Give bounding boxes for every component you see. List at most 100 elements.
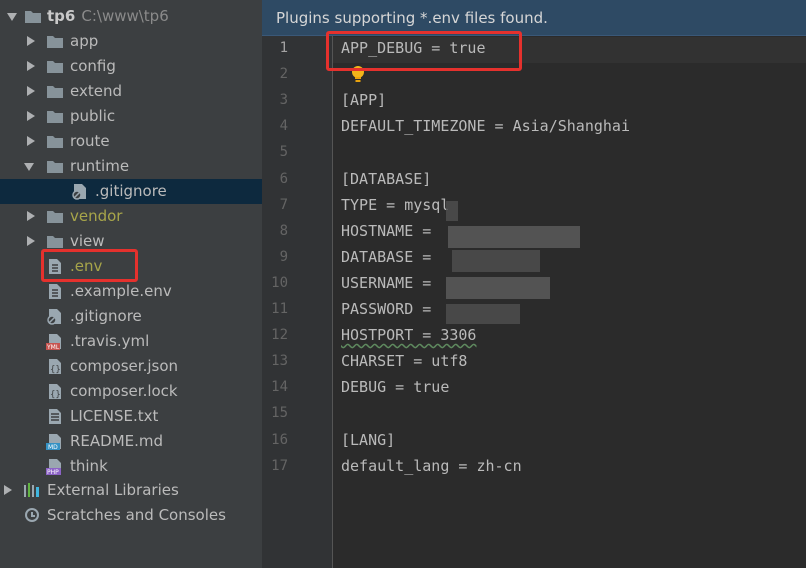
svg-text:{}: {} — [50, 390, 61, 400]
tree-item[interactable]: public — [0, 104, 262, 129]
tree-item-label: LICENSE.txt — [70, 407, 159, 425]
folder-icon — [47, 86, 63, 98]
text-file-icon — [49, 409, 61, 424]
tree-item-label: app — [70, 32, 99, 50]
folder-icon — [47, 236, 63, 248]
tree-item-label: vendor — [70, 207, 123, 225]
tree-item[interactable]: YML .travis.yml — [0, 329, 262, 354]
json-file-icon: {} — [49, 359, 61, 375]
expand-arrow-icon[interactable] — [27, 136, 35, 146]
redacted-area — [452, 250, 540, 272]
svg-text:MD: MD — [48, 444, 58, 450]
tree-item-external-libraries[interactable]: External Libraries — [0, 478, 262, 503]
tree-item[interactable]: .gitignore — [0, 304, 262, 329]
tree-item-label: .gitignore — [70, 307, 142, 325]
tree-item-label: .gitignore — [95, 182, 167, 200]
project-path: C:\www\tp6 — [81, 7, 169, 25]
code-line[interactable]: [APP] — [341, 91, 386, 109]
tree-item-scratches[interactable]: Scratches and Consoles — [0, 503, 262, 528]
tree-item[interactable]: PHP think — [0, 454, 262, 479]
folder-icon — [47, 161, 63, 173]
expand-arrow-icon[interactable] — [27, 36, 35, 46]
code-line[interactable]: PASSWORD = — [341, 300, 440, 318]
code-line[interactable]: USERNAME = — [341, 274, 440, 292]
line-number: 3 — [279, 92, 288, 109]
expand-arrow-icon[interactable] — [27, 61, 35, 71]
line-number: 1 — [279, 40, 288, 56]
tree-item-label: think — [70, 457, 108, 475]
line-number: 6 — [279, 170, 288, 187]
line-number: 17 — [271, 457, 288, 474]
tree-item[interactable]: .example.env — [0, 279, 262, 304]
redacted-area — [446, 201, 458, 221]
tree-item-label: External Libraries — [47, 481, 179, 499]
code-line[interactable]: TYPE = mysql — [341, 196, 449, 214]
code-line[interactable]: default_lang = zh-cn — [341, 457, 522, 475]
scratches-icon — [25, 508, 39, 522]
line-number: 11 — [271, 301, 288, 317]
expand-arrow-icon[interactable] — [7, 13, 17, 21]
expand-arrow-icon[interactable] — [27, 211, 35, 221]
editor-pane[interactable]: Plugins supporting *.env files found. 1A… — [262, 0, 806, 568]
json-file-icon: {} — [49, 384, 61, 400]
tree-item[interactable]: config — [0, 54, 262, 79]
tree-item-label: Scratches and Consoles — [47, 506, 226, 524]
tree-item-label: composer.lock — [70, 382, 178, 400]
tree-item[interactable]: runtime — [0, 154, 262, 179]
line-number: 14 — [271, 379, 288, 396]
collapse-arrow-icon[interactable] — [24, 163, 34, 171]
tree-item[interactable]: {} composer.lock — [0, 379, 262, 404]
redacted-area — [446, 304, 520, 324]
tree-item-label: composer.json — [70, 357, 179, 375]
libraries-icon — [24, 483, 39, 497]
code-line[interactable]: [LANG] — [341, 431, 395, 449]
line-number: 10 — [271, 274, 288, 291]
line-number: 9 — [279, 248, 288, 265]
folder-icon — [47, 36, 63, 48]
tree-item[interactable]: {} composer.json — [0, 354, 262, 379]
tree-item[interactable]: MD README.md — [0, 429, 262, 454]
file-icon — [49, 284, 61, 299]
gitignore-file-icon — [47, 309, 61, 325]
yml-file-icon: YML — [46, 334, 61, 350]
expand-arrow-icon[interactable] — [27, 86, 35, 96]
gutter-separator — [332, 36, 333, 568]
php-file-icon: PHP — [46, 459, 61, 475]
folder-icon — [25, 11, 41, 23]
tree-item-label: .travis.yml — [70, 332, 150, 350]
svg-text:PHP: PHP — [47, 469, 59, 475]
code-line[interactable]: HOSTNAME = — [341, 222, 440, 240]
code-line[interactable]: DEFAULT_TIMEZONE = Asia/Shanghai — [341, 117, 630, 135]
expand-arrow-icon[interactable] — [27, 111, 35, 121]
tree-item[interactable]: app — [0, 29, 262, 54]
folder-icon — [47, 61, 63, 73]
highlight-box — [326, 31, 522, 71]
expand-arrow-icon[interactable] — [4, 485, 12, 495]
code-line[interactable]: DATABASE = — [341, 248, 440, 266]
tree-item[interactable]: .gitignore — [0, 179, 262, 204]
folder-icon — [47, 111, 63, 123]
svg-text:{}: {} — [50, 365, 61, 375]
expand-arrow-icon[interactable] — [27, 236, 35, 246]
line-number: 7 — [279, 196, 288, 213]
tree-root[interactable]: tp6 C:\www\tp6 — [0, 4, 262, 29]
code-line[interactable]: DEBUG = true — [341, 378, 449, 396]
tree-item[interactable]: route — [0, 129, 262, 154]
tree-item[interactable]: vendor — [0, 204, 262, 229]
code-line[interactable]: [DATABASE] — [341, 170, 431, 188]
line-number: 4 — [279, 118, 288, 135]
tree-item[interactable]: extend — [0, 79, 262, 104]
line-number: 15 — [271, 405, 288, 422]
code-line[interactable]: HOSTPORT = 3306 — [341, 326, 476, 344]
tree-item-label: config — [70, 57, 116, 75]
tree-item[interactable]: LICENSE.txt — [0, 404, 262, 429]
line-number: 12 — [271, 327, 288, 344]
line-number: 2 — [279, 66, 288, 83]
line-number: 8 — [279, 222, 288, 239]
redacted-area — [446, 277, 550, 299]
project-name: tp6 — [47, 7, 76, 25]
gitignore-file-icon — [72, 184, 86, 200]
markdown-file-icon: MD — [46, 434, 61, 450]
folder-icon — [47, 211, 63, 223]
code-line[interactable]: CHARSET = utf8 — [341, 352, 467, 370]
